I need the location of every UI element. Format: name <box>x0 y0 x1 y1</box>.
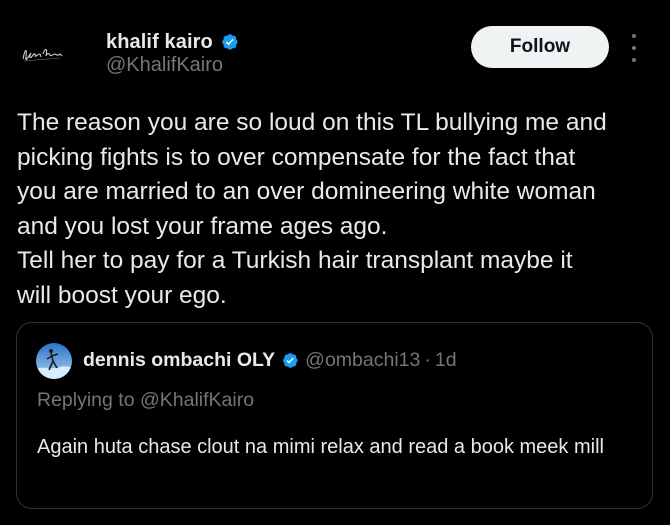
post: khalif kairo @KhalifKairo Follow The rea… <box>0 0 670 525</box>
quote-text: Again huta chase clout na mimi relax and… <box>37 436 604 458</box>
quote-header: dennis ombachi OLY @ombachi13 · 1d <box>83 347 457 373</box>
quote-author-avatar[interactable] <box>36 343 72 379</box>
quote-timestamp[interactable]: 1d <box>435 349 457 372</box>
separator-dot: · <box>424 348 431 371</box>
quote-author-handle[interactable]: @ombachi13 <box>305 349 420 372</box>
more-vertical-icon[interactable] <box>627 34 641 62</box>
more-dot <box>632 58 636 62</box>
author-handle[interactable]: @KhalifKairo <box>106 54 223 77</box>
author-avatar[interactable] <box>14 27 70 83</box>
follow-button[interactable]: Follow <box>471 26 609 68</box>
author-name-row: khalif kairo <box>106 29 239 55</box>
more-dot <box>632 34 636 38</box>
verified-badge-icon <box>280 351 299 370</box>
author-name[interactable]: khalif kairo <box>106 31 213 54</box>
more-dot <box>632 46 636 50</box>
quoted-post[interactable]: dennis ombachi OLY @ombachi13 · 1d Reply… <box>16 322 653 509</box>
replying-to: Replying to @KhalifKairo <box>37 389 255 411</box>
quote-author-name[interactable]: dennis ombachi OLY <box>83 349 275 372</box>
signature-logo <box>14 27 70 83</box>
post-text: The reason you are so loud on this TL bu… <box>17 109 607 309</box>
verified-badge-icon <box>219 32 239 52</box>
